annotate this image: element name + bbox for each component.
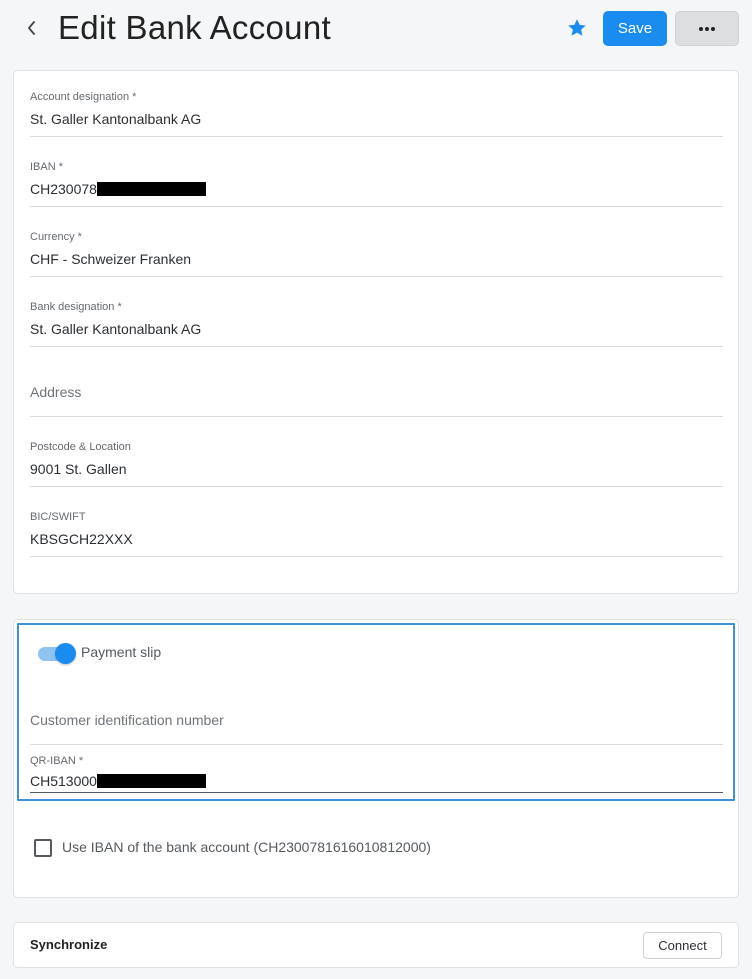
iban-value-wrapper: CH230078 — [30, 181, 206, 197]
postcode-location-label: Postcode & Location — [30, 441, 131, 453]
qr-iban-value: CH513000 — [30, 773, 97, 789]
bank-designation-value: St. Galler Kantonalbank AG — [30, 321, 202, 337]
payment-slip-label: Payment slip — [81, 644, 162, 660]
bank-designation-label: Bank designation * — [30, 301, 122, 313]
iban-label: IBAN * — [30, 161, 64, 173]
synchronize-card: Synchronize Connect — [13, 922, 739, 968]
payment-slip-card: Payment slip Customer identification num… — [13, 619, 739, 898]
synchronize-title: Synchronize — [30, 937, 108, 952]
iban-value: CH230078 — [30, 181, 97, 197]
more-options-button[interactable] — [675, 11, 739, 46]
iban-field[interactable]: IBAN * CH230078 — [30, 141, 723, 207]
qr-iban-field[interactable]: QR-IBAN * CH513000 — [30, 729, 723, 793]
page-title: Edit Bank Account — [58, 9, 331, 46]
account-designation-field[interactable]: Account designation * St. Galler Kantona… — [30, 71, 723, 137]
customer-id-placeholder: Customer identification number — [30, 712, 224, 728]
bic-swift-label: BIC/SWIFT — [30, 511, 86, 523]
account-designation-label: Account designation * — [30, 91, 137, 103]
toggle-knob — [55, 643, 76, 664]
redaction-bar — [96, 774, 206, 788]
account-designation-value: St. Galler Kantonalbank AG — [30, 111, 202, 127]
star-icon — [568, 19, 586, 36]
address-field[interactable]: Address — [30, 351, 723, 417]
payment-slip-toggle[interactable] — [36, 642, 78, 666]
bank-account-details-card: Account designation * St. Galler Kantona… — [13, 70, 739, 594]
qr-iban-value-wrapper: CH513000 — [30, 773, 206, 789]
redaction-bar — [96, 182, 206, 196]
postcode-location-field[interactable]: Postcode & Location 9001 St. Gallen — [30, 421, 723, 487]
chevron-left-icon — [28, 21, 35, 35]
connect-button[interactable]: Connect — [643, 932, 722, 959]
save-button[interactable]: Save — [603, 11, 667, 46]
favorite-button[interactable] — [564, 15, 590, 41]
page-header: Edit Bank Account Save — [0, 0, 752, 60]
currency-field[interactable]: Currency * CHF - Schweizer Franken — [30, 211, 723, 277]
bank-designation-field[interactable]: Bank designation * St. Galler Kantonalba… — [30, 281, 723, 347]
use-iban-label[interactable]: Use IBAN of the bank account (CH23007816… — [62, 839, 431, 855]
qr-iban-label: QR-IBAN * — [30, 755, 84, 767]
bic-swift-value: KBSGCH22XXX — [30, 531, 133, 547]
back-button[interactable] — [20, 14, 44, 42]
postcode-location-value: 9001 St. Gallen — [30, 461, 127, 477]
use-iban-checkbox[interactable] — [34, 839, 52, 857]
bic-swift-field[interactable]: BIC/SWIFT KBSGCH22XXX — [30, 491, 723, 557]
currency-value: CHF - Schweizer Franken — [30, 251, 192, 267]
more-horizontal-icon — [699, 26, 715, 31]
currency-label: Currency * — [30, 231, 82, 243]
payment-slip-section: Payment slip Customer identification num… — [17, 623, 735, 801]
address-placeholder: Address — [30, 384, 82, 400]
